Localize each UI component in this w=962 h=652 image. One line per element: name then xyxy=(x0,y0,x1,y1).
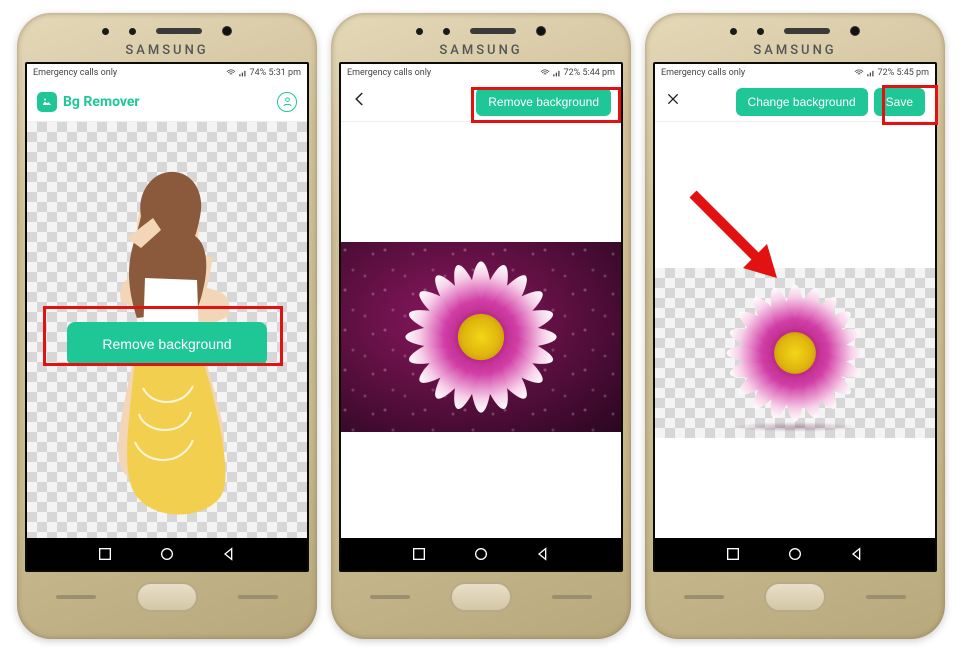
home-icon[interactable] xyxy=(473,546,489,562)
back-icon[interactable] xyxy=(849,546,865,562)
result-preview xyxy=(655,122,935,538)
close-button[interactable] xyxy=(665,90,681,113)
status-left: Emergency calls only xyxy=(661,68,745,78)
home-icon[interactable] xyxy=(787,546,803,562)
signal-icon xyxy=(866,68,876,78)
back-button[interactable] xyxy=(351,90,369,114)
status-left: Emergency calls only xyxy=(347,68,431,78)
hardware-buttons xyxy=(25,582,309,612)
status-bar: Emergency calls only 74% 5:31 pm xyxy=(27,64,307,82)
wifi-icon xyxy=(226,68,236,78)
save-button[interactable]: Save xyxy=(874,88,925,116)
signal-icon xyxy=(238,68,248,78)
status-right: 72% 5:45 pm xyxy=(854,68,929,78)
app-bar: Change background Save xyxy=(655,82,935,122)
sensor-bar xyxy=(25,21,309,41)
image-canvas: Remove background xyxy=(27,122,307,538)
back-icon[interactable] xyxy=(535,546,551,562)
status-right: 72% 5:44 pm xyxy=(540,68,615,78)
phone-mockup-1: SAMSUNG Emergency calls only 74% 5:31 pm… xyxy=(17,13,317,639)
recent-apps-icon[interactable] xyxy=(97,546,113,562)
screen: Emergency calls only 74% 5:31 pm Bg Remo… xyxy=(25,62,309,572)
status-right: 74% 5:31 pm xyxy=(226,68,301,78)
app-bar: Remove background xyxy=(341,82,621,122)
home-button[interactable] xyxy=(450,582,512,612)
app-bar: Bg Remover xyxy=(27,82,307,122)
home-icon[interactable] xyxy=(159,546,175,562)
home-button[interactable] xyxy=(764,582,826,612)
status-bar: Emergency calls only 72% 5:44 pm xyxy=(341,64,621,82)
android-navbar xyxy=(27,538,307,570)
status-bar: Emergency calls only 72% 5:45 pm xyxy=(655,64,935,82)
phone-mockup-2: SAMSUNG Emergency calls only 72% 5:44 pm… xyxy=(331,13,631,639)
remove-background-button[interactable]: Remove background xyxy=(476,88,611,116)
profile-icon[interactable] xyxy=(277,92,297,112)
home-button[interactable] xyxy=(136,582,198,612)
wifi-icon xyxy=(854,68,864,78)
annotation-arrow-icon xyxy=(681,182,801,302)
recent-apps-icon[interactable] xyxy=(725,546,741,562)
phone-mockup-3: SAMSUNG Emergency calls only 72% 5:45 pm… xyxy=(645,13,945,639)
signal-icon xyxy=(552,68,562,78)
wifi-icon xyxy=(540,68,550,78)
remove-background-button[interactable]: Remove background xyxy=(67,322,267,366)
back-icon[interactable] xyxy=(221,546,237,562)
recent-apps-icon[interactable] xyxy=(411,546,427,562)
status-left: Emergency calls only xyxy=(33,68,117,78)
image-preview xyxy=(341,122,621,538)
app-title: Bg Remover xyxy=(63,94,140,110)
device-brand: SAMSUNG xyxy=(25,43,309,58)
change-background-button[interactable]: Change background xyxy=(736,88,868,116)
app-logo-icon xyxy=(37,92,57,112)
